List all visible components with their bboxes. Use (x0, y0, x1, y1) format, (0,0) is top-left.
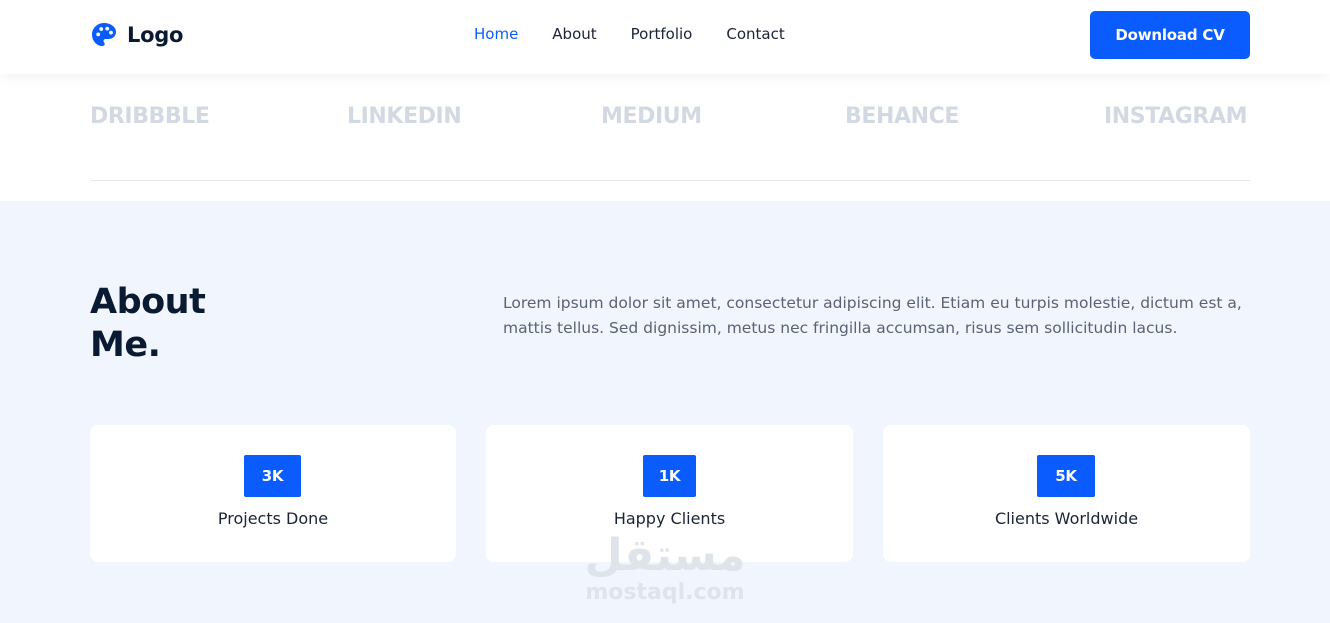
stat-label: Projects Done (217, 509, 329, 528)
stat-label: Happy Clients (613, 509, 726, 528)
brand-instagram[interactable]: INSTAGRAM (1104, 104, 1247, 129)
about-title-line1: About (90, 282, 206, 322)
brand-dribbble[interactable]: DRIBBBLE (90, 104, 210, 129)
download-cv-button[interactable]: Download CV (1090, 11, 1250, 59)
logo[interactable]: Logo (90, 20, 183, 50)
stat-card-projects: 3K Projects Done (90, 425, 456, 562)
about-paragraph: Lorem ipsum dolor sit amet, consectetur … (503, 294, 1242, 337)
stat-label: Clients Worldwide (994, 509, 1139, 528)
section-divider (90, 180, 1250, 181)
brand-behance[interactable]: BEHANCE (845, 104, 959, 129)
about-title: About Me. (90, 281, 310, 367)
mostaql-watermark: مستقل mostaql.com (575, 530, 755, 606)
nav-about[interactable]: About (552, 24, 596, 44)
brand-linkedin[interactable]: LINKEDIN (347, 104, 462, 129)
stat-value-badge: 3K (244, 455, 301, 497)
nav-portfolio[interactable]: Portfolio (631, 24, 693, 44)
stat-card-worldwide: 5K Clients Worldwide (883, 425, 1250, 562)
brand-logos-strip: DRIBBBLE LINKEDIN MEDIUM BEHANCE INSTAGR… (90, 104, 1250, 136)
about-title-line2: Me. (90, 325, 161, 365)
nav-contact[interactable]: Contact (726, 24, 784, 44)
nav-home[interactable]: Home (474, 24, 518, 44)
stat-value-badge: 5K (1037, 455, 1095, 497)
watermark-arabic: مستقل (584, 530, 746, 581)
palette-icon (92, 23, 116, 46)
stat-value-badge: 1K (643, 455, 696, 497)
logo-text: Logo (127, 23, 184, 47)
watermark-latin: mostaql.com (585, 580, 745, 605)
site-header: Logo Home About Portfolio Contact Downlo… (0, 0, 1330, 74)
brand-medium[interactable]: MEDIUM (601, 104, 702, 129)
main-nav: Home About Portfolio Contact (474, 24, 785, 44)
